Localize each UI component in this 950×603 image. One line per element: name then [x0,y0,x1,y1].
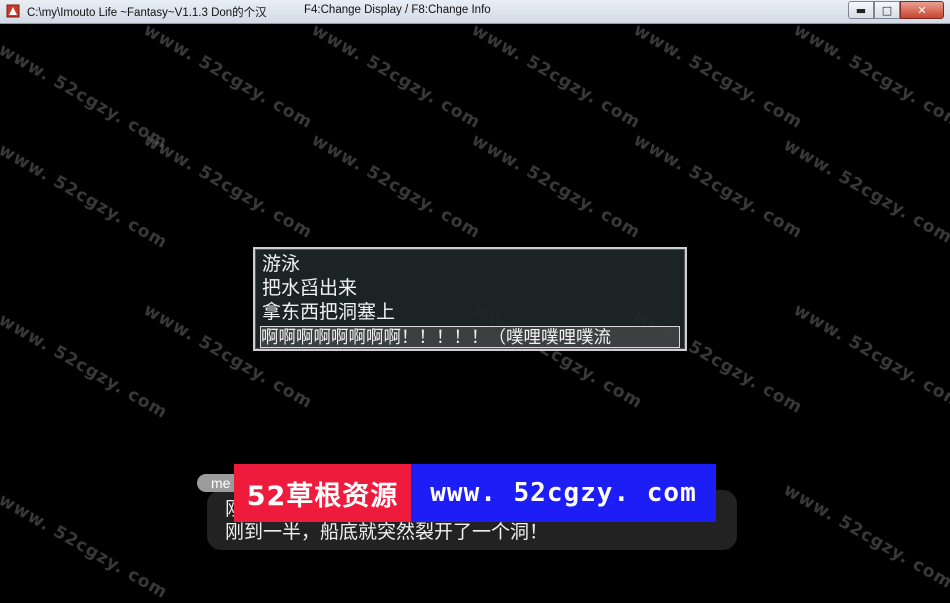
window-title-bar[interactable]: C:\my\Imouto Life ~Fantasy~V1.1.3 Don的个汉… [0,0,950,24]
watermark-text: www. 52cgzy. com [790,300,950,414]
close-button[interactable]: ✕ [900,1,944,19]
watermark-text: www. 52cgzy. com [140,130,316,244]
window-title: C:\my\Imouto Life ~Fantasy~V1.1.3 Don的个汉 [27,7,267,19]
choice-option-swim[interactable]: 游泳 [262,252,300,276]
watermark-banner-url: www. 52cgzy. com [411,464,716,522]
choice-option-panic-selected[interactable]: 啊啊啊啊啊啊啊啊！！！！！（噗哩噗哩噗流 [260,326,680,348]
watermark-text: www. 52cgzy. com [630,130,806,244]
watermark-text: www. 52cgzy. com [0,310,171,424]
watermark-text: www. 52cgzy. com [308,130,484,244]
window-controls: ▬ □ ✕ [848,1,944,19]
watermark-text: www. 52cgzy. com [308,20,484,134]
watermark-text: www. 52cgzy. com [780,480,950,594]
window-key-hint: F4:Change Display / F8:Change Info [304,4,491,16]
watermark-banner-brand: 52草根资源 [234,464,411,522]
watermark-text: www. 52cgzy. com [780,135,950,249]
choice-window: 游泳 把水舀出来 拿东西把洞塞上 啊啊啊啊啊啊啊啊！！！！！（噗哩噗哩噗流 [253,247,687,351]
app-icon [6,4,20,18]
watermark-text: www. 52cgzy. com [0,140,171,254]
watermark-text: www. 52cgzy. com [0,490,171,603]
maximize-button[interactable]: □ [874,1,900,19]
watermark-text: www. 52cgzy. com [468,130,644,244]
minimize-button[interactable]: ▬ [848,1,874,19]
watermark-text: www. 52cgzy. com [468,20,644,134]
watermark-text: www. 52cgzy. com [790,20,950,134]
watermark-text: www. 52cgzy. com [140,20,316,134]
watermark-text: www. 52cgzy. com [630,20,806,134]
choice-option-plug-hole[interactable]: 拿东西把洞塞上 [262,300,395,324]
choice-option-bail-water[interactable]: 把水舀出来 [262,276,357,300]
